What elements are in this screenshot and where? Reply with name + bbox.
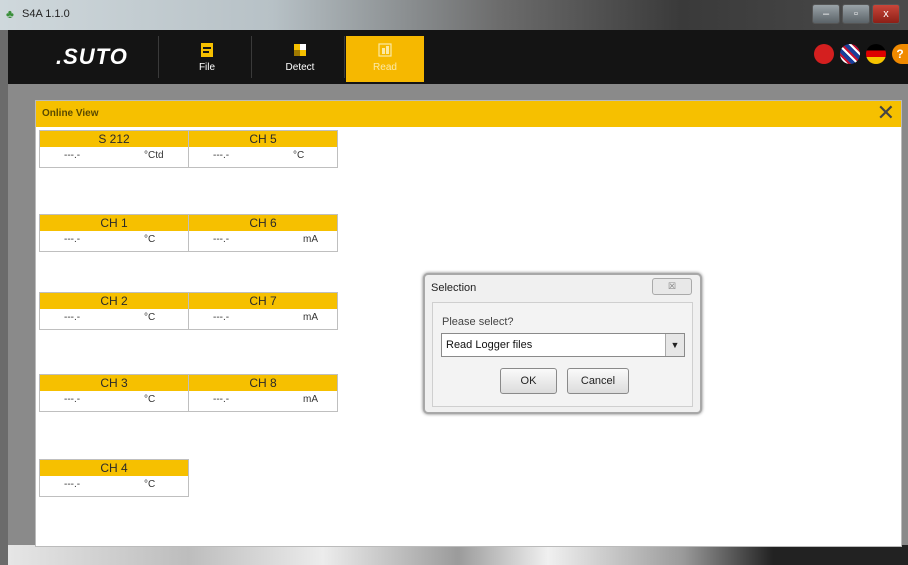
file-button[interactable]: File: [168, 36, 246, 82]
channel-card-ch7: CH 7 ---.- mA: [188, 292, 338, 330]
selection-dropdown[interactable]: Read Logger files ▼: [441, 333, 685, 357]
maximize-button[interactable]: ▫: [842, 4, 870, 24]
channel-name: CH 2: [40, 293, 188, 309]
toolbar-divider: [344, 36, 345, 78]
channel-name: CH 8: [189, 375, 337, 391]
read-icon: [378, 43, 392, 57]
help-icon[interactable]: ?: [892, 44, 908, 64]
file-icon: [201, 43, 213, 57]
channel-unit: °C: [144, 394, 156, 405]
channel-value: ---.-: [64, 150, 81, 161]
channel-unit: °Ctd: [144, 150, 164, 161]
germany-flag-icon[interactable]: [866, 44, 886, 64]
channel-value: ---.-: [213, 312, 230, 323]
dropdown-selected-value: Read Logger files: [446, 339, 533, 351]
channel-card-ch8: CH 8 ---.- mA: [188, 374, 338, 412]
channel-value: ---.-: [64, 312, 81, 323]
channel-name: CH 7: [189, 293, 337, 309]
dialog-body: Please select? Read Logger files ▼ OK Ca…: [432, 302, 693, 407]
channel-value: ---.-: [64, 394, 81, 405]
dialog-close-button[interactable]: ☒: [652, 278, 692, 295]
channel-value: ---.-: [64, 479, 81, 490]
channel-card-s212: S 212 ---.- °Ctd: [39, 130, 189, 168]
channel-value: ---.-: [213, 150, 230, 161]
app-icon: ♣: [6, 7, 14, 21]
window-controls: – ▫ x: [810, 4, 900, 24]
panel-title: Online View: [42, 108, 99, 119]
channel-card-ch1: CH 1 ---.- °C: [39, 214, 189, 252]
channel-name: S 212: [40, 131, 188, 147]
channel-card-ch5: CH 5 ---.- °C: [188, 130, 338, 168]
minimize-button[interactable]: –: [812, 4, 840, 24]
channel-card-ch6: CH 6 ---.- mA: [188, 214, 338, 252]
chevron-down-icon[interactable]: ▼: [665, 334, 684, 356]
language-selector: ?: [814, 44, 908, 64]
toolbar-divider: [158, 36, 159, 78]
uk-flag-icon[interactable]: [840, 44, 860, 64]
detect-icon: [294, 44, 306, 56]
channel-unit: mA: [303, 394, 318, 405]
window-titlebar: ♣ S4A 1.1.0 – ▫ x: [0, 0, 908, 30]
channel-name: CH 1: [40, 215, 188, 231]
file-button-label: File: [198, 62, 216, 73]
toolbar-divider: [251, 36, 252, 78]
channel-name: CH 3: [40, 375, 188, 391]
dialog-prompt: Please select?: [442, 316, 514, 328]
china-flag-icon[interactable]: [814, 44, 834, 64]
channel-unit: °C: [144, 234, 156, 245]
suto-logo: .SUTO: [56, 44, 128, 69]
channel-name: CH 5: [189, 131, 337, 147]
channel-unit: °C: [293, 150, 305, 161]
window-title: S4A 1.1.0: [22, 8, 70, 20]
cancel-button[interactable]: Cancel: [567, 368, 629, 394]
channel-value: ---.-: [64, 234, 81, 245]
ok-button[interactable]: OK: [500, 368, 557, 394]
selection-dialog: Selection ☒ Please select? Read Logger f…: [423, 273, 702, 414]
close-window-button[interactable]: x: [872, 4, 900, 24]
close-icon[interactable]: ✕: [877, 102, 895, 124]
channel-value: ---.-: [213, 234, 230, 245]
channel-unit: mA: [303, 234, 318, 245]
detect-button-label: Detect: [285, 62, 315, 73]
channel-name: CH 6: [189, 215, 337, 231]
channel-name: CH 4: [40, 460, 188, 476]
channel-unit: mA: [303, 312, 318, 323]
channel-card-ch3: CH 3 ---.- °C: [39, 374, 189, 412]
detect-button[interactable]: Detect: [261, 36, 339, 82]
channel-unit: °C: [144, 479, 156, 490]
background-strip: [8, 545, 908, 565]
channel-card-ch4: CH 4 ---.- °C: [39, 459, 189, 497]
panel-header: Online View ✕: [36, 101, 901, 127]
main-toolbar: .SUTO File Detect Read ?: [8, 30, 908, 84]
dialog-title: Selection: [431, 282, 477, 294]
read-button-label: Read: [373, 62, 397, 73]
read-button[interactable]: Read: [346, 36, 424, 82]
channel-card-ch2: CH 2 ---.- °C: [39, 292, 189, 330]
channel-value: ---.-: [213, 394, 230, 405]
channel-unit: °C: [144, 312, 156, 323]
